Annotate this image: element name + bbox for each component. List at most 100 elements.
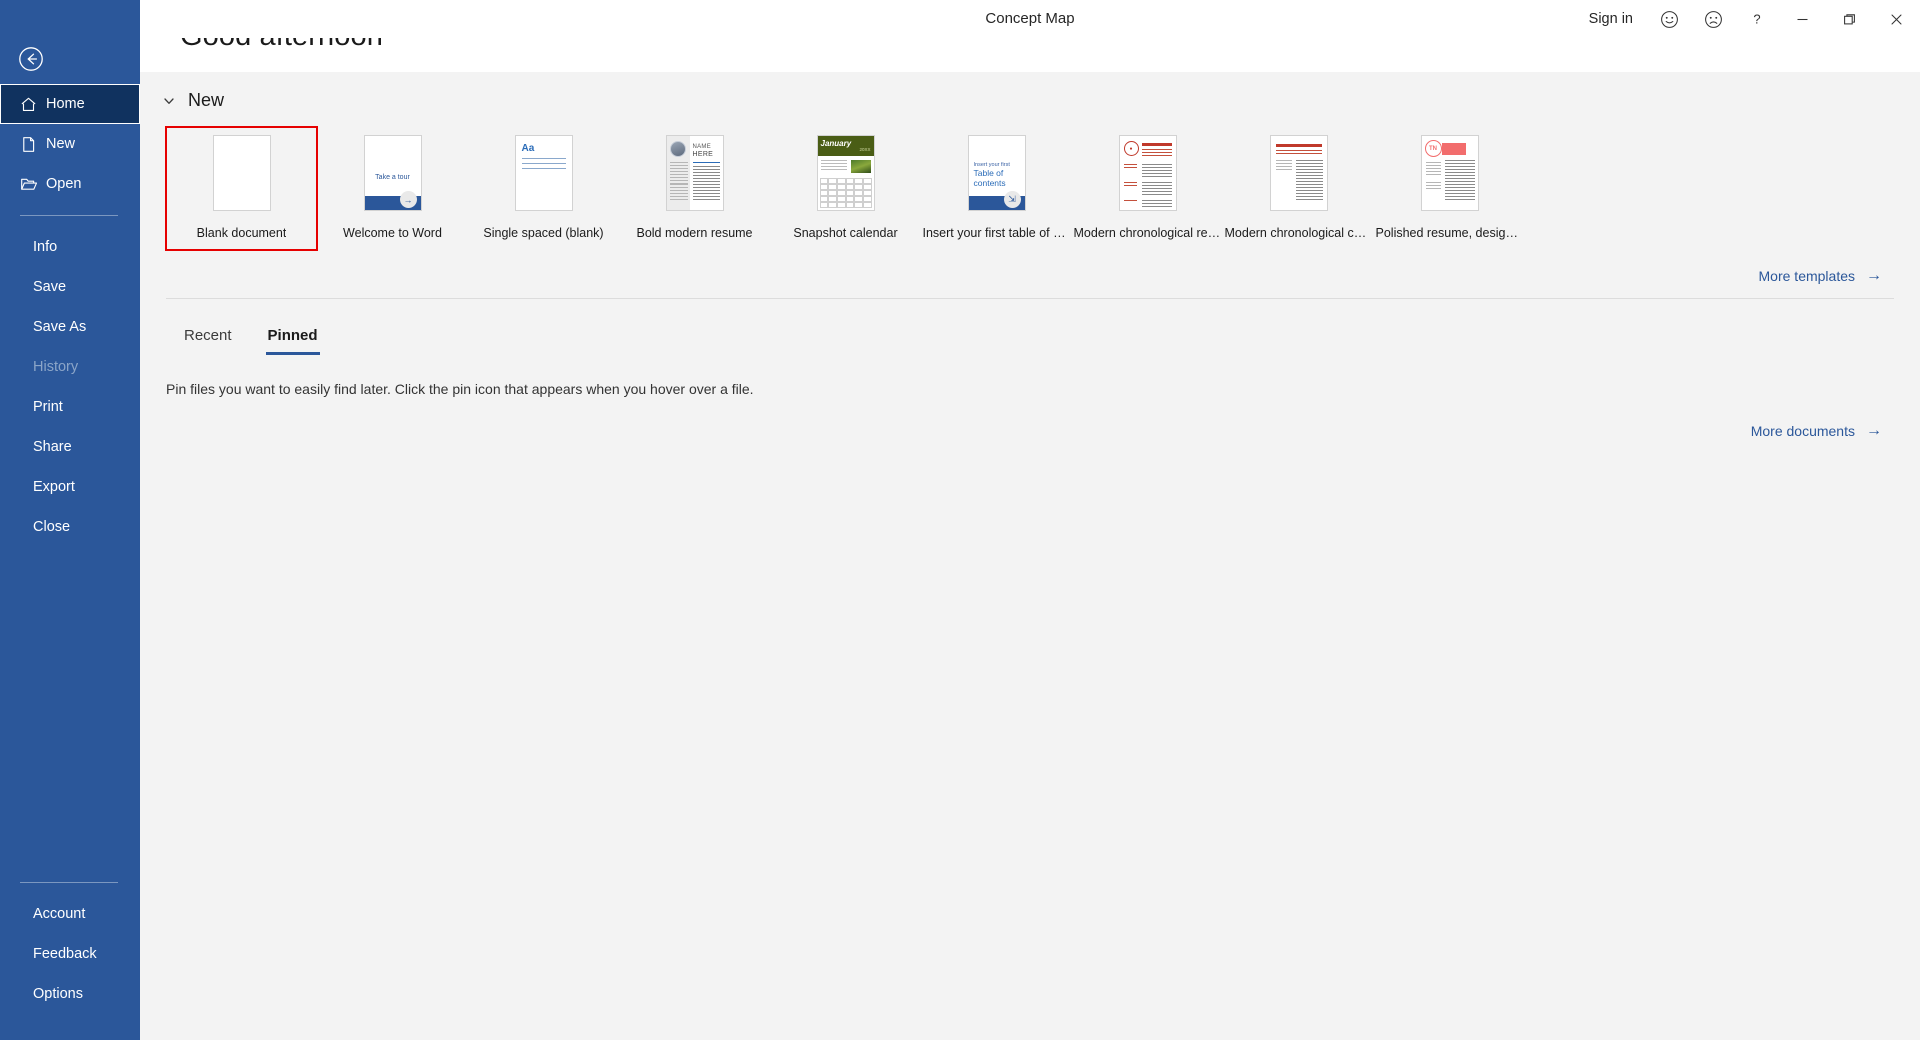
more-templates-link[interactable]: More templates →	[1758, 268, 1882, 285]
feedback-smiley-button[interactable]	[1647, 0, 1691, 38]
sign-in-button[interactable]: Sign in	[1575, 0, 1647, 38]
feedback-frown-button[interactable]	[1691, 0, 1735, 38]
template-thumbnail: Take a tour →	[363, 135, 422, 211]
template-label: Polished resume, designed b...	[1375, 226, 1524, 240]
template-art: NAME HERE	[666, 136, 723, 210]
arrow-right-icon: →	[399, 191, 417, 208]
more-templates-row: More templates →	[140, 250, 1920, 285]
template-thumbnail: Aa	[514, 135, 573, 211]
more-documents-row: More documents →	[140, 397, 1920, 440]
more-templates-label: More templates	[1758, 268, 1855, 284]
sidebar-item-label: Home	[46, 96, 85, 112]
sidebar-item-label: Feedback	[33, 946, 97, 962]
backstage-sidebar: Home New Open Info Save Save As History …	[0, 0, 140, 1040]
close-window-icon	[1891, 13, 1902, 25]
template-label: Modern chronological cover...	[1224, 226, 1373, 240]
sidebar-item-label: Open	[46, 176, 82, 192]
monogram-badge: TN	[1424, 140, 1442, 157]
template-accent-bar	[1441, 143, 1466, 155]
close-button[interactable]	[1873, 0, 1920, 38]
restore-button[interactable]	[1826, 0, 1873, 38]
sidebar-item-account[interactable]: Account	[0, 894, 140, 934]
help-button[interactable]: ?	[1735, 0, 1779, 38]
back-arrow-circle-icon	[19, 47, 43, 71]
sidebar-item-label: Share	[33, 439, 72, 455]
sidebar-item-save[interactable]: Save	[0, 267, 140, 307]
template-label: Single spaced (blank)	[483, 226, 604, 240]
template-label: Modern chronological resume	[1073, 226, 1222, 240]
template-snapshot-calendar[interactable]: January 20XX Snapshot calendar	[770, 127, 921, 250]
template-polished-resume[interactable]: TN Polished resume, designed b...	[1374, 127, 1525, 250]
template-art	[1271, 136, 1327, 210]
template-thumbnail	[212, 135, 271, 211]
template-single-spaced[interactable]: Aa Single spaced (blank)	[468, 127, 619, 250]
template-modern-chronological-cover-letter[interactable]: Modern chronological cover...	[1223, 127, 1374, 250]
template-welcome-to-word[interactable]: Take a tour → Welcome to Word	[317, 127, 468, 250]
template-label: Bold modern resume	[636, 226, 753, 240]
sidebar-item-export[interactable]: Export	[0, 467, 140, 507]
chevron-down-icon	[162, 94, 176, 108]
template-art: TN	[1422, 136, 1478, 210]
sidebar-item-label: Save	[33, 279, 67, 295]
calendar-photo	[850, 160, 871, 173]
monogram-badge: ●	[1123, 141, 1139, 156]
sidebar-item-share[interactable]: Share	[0, 427, 140, 467]
template-label: Blank document	[196, 226, 287, 240]
sidebar-item-options[interactable]: Options	[0, 974, 140, 1014]
title-bar-controls: Sign in ?	[1575, 0, 1920, 38]
sign-in-label: Sign in	[1588, 11, 1633, 27]
new-section-header[interactable]: New	[140, 72, 224, 121]
document-list-tabs: Recent Pinned	[140, 299, 1920, 355]
template-blank-document[interactable]: Blank document	[165, 126, 318, 251]
template-modern-chronological-resume[interactable]: ● Modern chronological resume	[1072, 127, 1223, 250]
calendar-year: 20XX	[859, 147, 871, 152]
sidebar-item-feedback[interactable]: Feedback	[0, 934, 140, 974]
tab-pinned[interactable]: Pinned	[250, 323, 336, 355]
sidebar-item-info[interactable]: Info	[0, 227, 140, 267]
sidebar-item-label: Print	[33, 399, 63, 415]
calendar-note-lines	[820, 160, 847, 172]
calendar-month: January	[820, 139, 852, 148]
sidebar-item-close[interactable]: Close	[0, 507, 140, 547]
more-documents-label: More documents	[1750, 423, 1855, 439]
template-gallery: Blank document Take a tour → Welcome to …	[140, 121, 1920, 251]
restore-window-icon	[1844, 13, 1855, 24]
template-table-of-contents[interactable]: Insert your first Table of contents ⇲ In…	[921, 127, 1072, 250]
tab-recent[interactable]: Recent	[166, 323, 250, 355]
minimize-icon	[1797, 18, 1808, 20]
open-folder-icon	[20, 175, 46, 193]
template-thumbnail	[1269, 135, 1328, 211]
arrow-right-icon: →	[1866, 422, 1882, 439]
template-thumbnail: Insert your first Table of contents ⇲	[967, 135, 1026, 211]
help-question-icon: ?	[1753, 12, 1760, 27]
template-name-line: NAME	[692, 144, 712, 150]
sidebar-item-save-as[interactable]: Save As	[0, 307, 140, 347]
template-label: Welcome to Word	[343, 226, 442, 240]
sidebar-item-label: Close	[33, 519, 71, 535]
template-sample-text: Aa	[521, 143, 535, 154]
template-thumbnail: January 20XX	[816, 135, 875, 211]
sidebar-secondary-nav: Account Feedback Options	[0, 871, 140, 1014]
calendar-grid	[819, 178, 872, 208]
new-section-title: New	[188, 90, 225, 110]
minimize-button[interactable]	[1779, 0, 1826, 38]
template-thumbnail: TN	[1420, 135, 1479, 211]
sidebar-item-home[interactable]: Home	[0, 84, 140, 124]
template-art: ●	[1120, 136, 1176, 210]
template-toc-text: Insert your first Table of contents	[974, 162, 1021, 188]
template-label: Insert your first table of cont...	[922, 226, 1071, 240]
back-button[interactable]	[14, 42, 48, 76]
home-icon	[20, 96, 46, 113]
smiley-face-icon	[1660, 10, 1678, 28]
sidebar-item-history: History	[0, 347, 140, 387]
sidebar-item-open[interactable]: Open	[0, 164, 140, 204]
word-backstage-window: Home New Open Info Save Save As History …	[0, 0, 1920, 1040]
sidebar-item-label: Save As	[33, 319, 87, 335]
title-bar: Concept Map Sign in ?	[140, 0, 1920, 38]
template-bold-modern-resume[interactable]: NAME HERE Bold modern resume	[619, 127, 770, 250]
more-documents-link[interactable]: More documents →	[1750, 422, 1882, 440]
template-thumbnail: NAME HERE	[665, 135, 724, 211]
template-text-lines	[521, 158, 566, 173]
sidebar-item-new[interactable]: New	[0, 124, 140, 164]
sidebar-item-print[interactable]: Print	[0, 387, 140, 427]
